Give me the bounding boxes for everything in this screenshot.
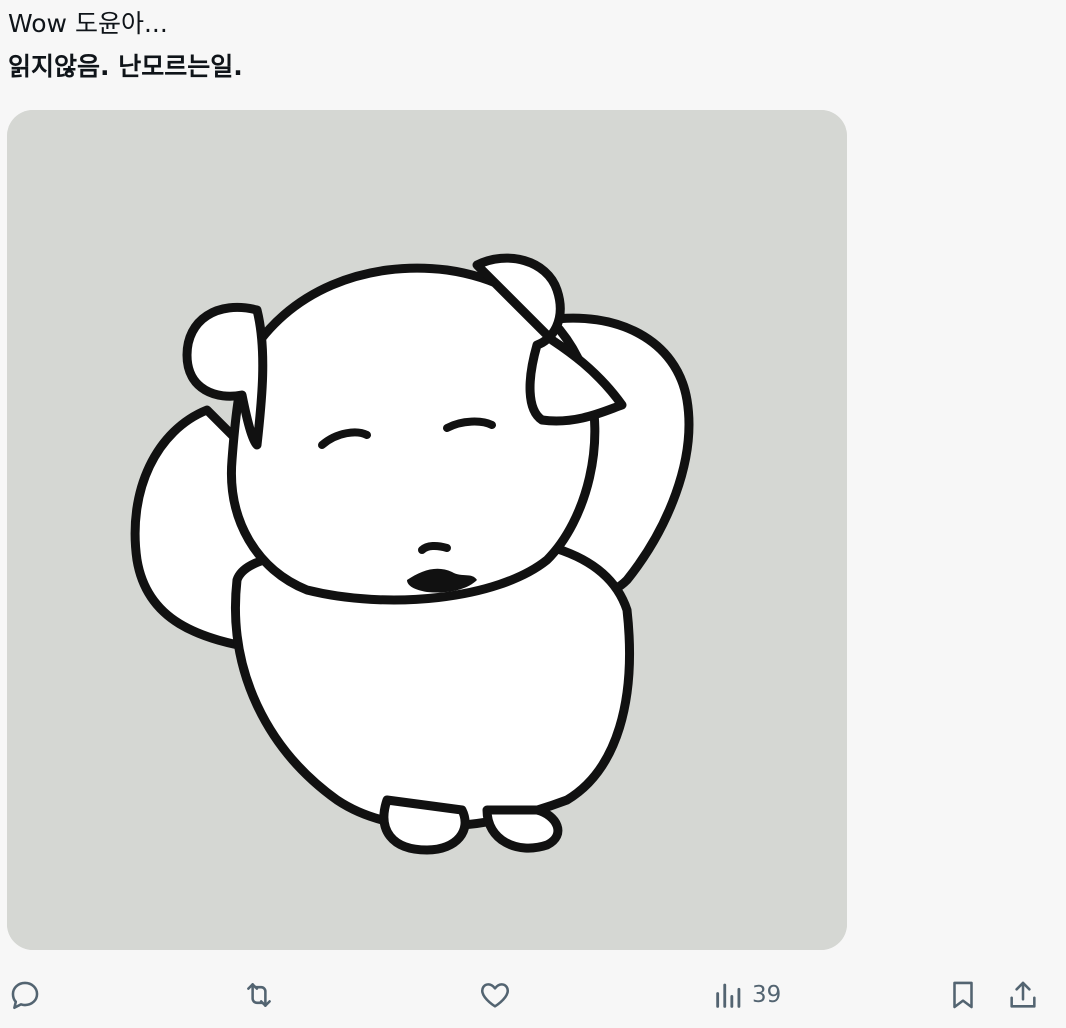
- bookmark-icon: [953, 981, 973, 1009]
- views-count: 39: [752, 982, 782, 1008]
- post-text-line-1: Wow 도윤아...: [8, 9, 168, 38]
- heart-icon: [481, 983, 509, 1008]
- like-button[interactable]: [478, 972, 512, 1018]
- bookmark-button[interactable]: [946, 972, 980, 1018]
- post-text-line-2: 읽지않음. 난모르는일.: [8, 52, 243, 81]
- share-button[interactable]: [1006, 972, 1040, 1018]
- views-button[interactable]: 39: [712, 972, 781, 1018]
- post: Wow 도윤아... 읽지않음. 난모르는일. 39: [0, 0, 1066, 1028]
- post-action-bar: 39: [0, 972, 1066, 1018]
- puppy-illustration: [7, 110, 847, 950]
- share-icon: [1010, 981, 1036, 1008]
- reply-icon: [11, 981, 39, 1010]
- views-icon: [716, 983, 741, 1008]
- repost-button[interactable]: [242, 972, 276, 1018]
- reply-button[interactable]: [8, 972, 42, 1018]
- post-image[interactable]: [7, 110, 847, 950]
- repost-icon: [247, 983, 271, 1007]
